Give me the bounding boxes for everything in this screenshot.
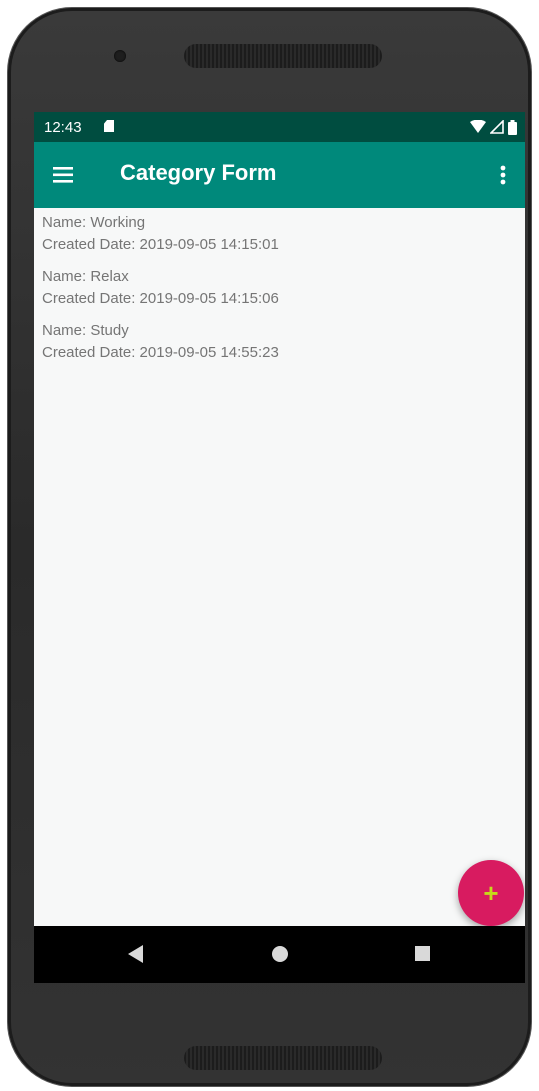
- recents-icon[interactable]: [415, 946, 430, 961]
- device-screen: 12:43 Category Form Name: Working Create…: [34, 112, 525, 983]
- category-list: Name: Working Created Date: 2019-09-05 1…: [34, 208, 525, 370]
- list-item[interactable]: Name: Study Created Date: 2019-09-05 14:…: [34, 316, 525, 370]
- bottom-speaker-grille: [184, 1046, 382, 1070]
- battery-icon: [508, 119, 517, 135]
- add-icon: +: [483, 877, 499, 908]
- status-bar: 12:43: [34, 112, 525, 142]
- system-nav-bar: [34, 926, 525, 983]
- app-bar: Category Form: [34, 142, 525, 208]
- status-time: 12:43: [44, 119, 82, 136]
- category-created-date: Created Date: 2019-09-05 14:15:01: [42, 236, 279, 253]
- category-created-date: Created Date: 2019-09-05 14:15:06: [42, 290, 279, 307]
- back-icon[interactable]: [128, 945, 143, 963]
- wifi-icon: [470, 120, 486, 133]
- home-icon[interactable]: [272, 946, 288, 962]
- front-camera: [114, 50, 126, 62]
- category-created-date: Created Date: 2019-09-05 14:55:23: [42, 344, 279, 361]
- status-indicators: [470, 119, 517, 135]
- signal-icon: [490, 120, 504, 134]
- category-name: Name: Study: [42, 322, 129, 339]
- more-vert-icon[interactable]: [497, 160, 509, 190]
- category-name: Name: Relax: [42, 268, 129, 285]
- category-name: Name: Working: [42, 214, 146, 231]
- list-item[interactable]: Name: Working Created Date: 2019-09-05 1…: [34, 208, 525, 262]
- top-speaker-grille: [184, 44, 382, 68]
- add-category-button[interactable]: +: [458, 860, 524, 926]
- sd-card-icon: [104, 120, 114, 132]
- list-item[interactable]: Name: Relax Created Date: 2019-09-05 14:…: [34, 262, 525, 316]
- hamburger-menu-icon[interactable]: [50, 162, 76, 188]
- page-title: Category Form: [120, 160, 277, 185]
